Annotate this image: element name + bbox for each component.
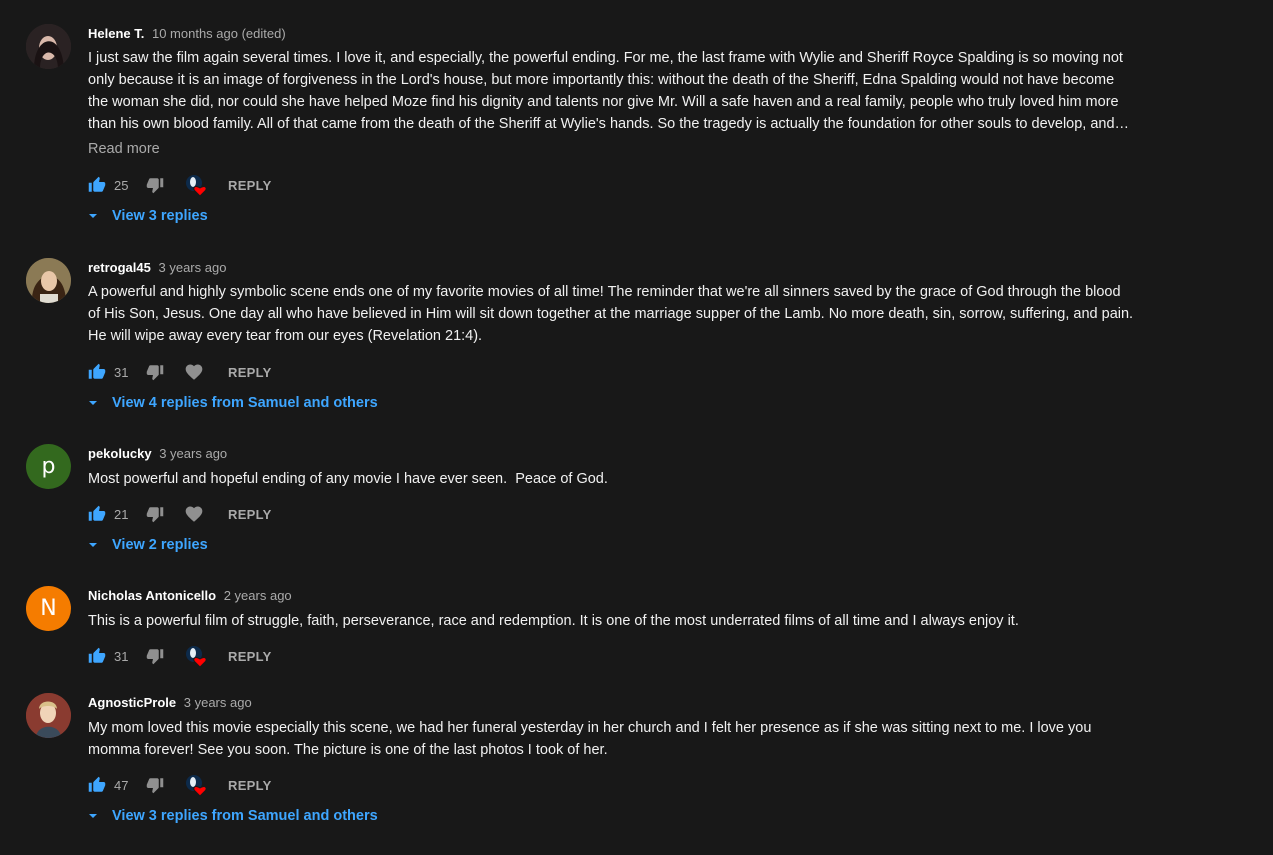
comment-text-line: of His Son, Jesus. One day all who have …	[88, 306, 1134, 322]
comment-time[interactable]: 3 years ago	[159, 446, 227, 461]
comment-author[interactable]: Nicholas Antonicello	[88, 588, 216, 603]
avatar-photo-icon	[26, 693, 71, 738]
like-count: 21	[114, 506, 129, 522]
thumb-down-icon[interactable]	[146, 647, 164, 665]
comment-actions: 31 REPLY	[88, 645, 272, 668]
reply-button[interactable]: REPLY	[228, 649, 272, 664]
view-replies-button[interactable]: View 2 replies	[88, 537, 208, 553]
thumb-up-icon[interactable]	[88, 776, 106, 794]
comment-text: A powerful and highly symbolic scene end…	[88, 281, 1228, 347]
heart-button[interactable]	[184, 361, 206, 383]
comment-text-line: only because it is an image of forgivene…	[88, 72, 1115, 88]
heart-icon	[185, 506, 203, 522]
comment-text-line: He will wipe away every tear from our ey…	[88, 328, 483, 344]
comment-text-line: I just saw the film again several times.…	[88, 50, 1123, 66]
thumb-up-icon[interactable]	[88, 647, 106, 665]
comment-time[interactable]: 10 months ago (edited)	[152, 26, 286, 41]
comment-actions: 47 REPLY	[88, 774, 272, 797]
like-count: 47	[114, 777, 129, 793]
heart-icon	[186, 775, 207, 797]
thumb-down-icon[interactable]	[146, 776, 164, 794]
comment-author[interactable]: pekolucky	[88, 446, 152, 461]
comment-actions: 31 REPLY	[88, 362, 272, 382]
comment-text-line: momma forever! See you soon. The picture…	[88, 742, 608, 758]
view-replies-button[interactable]: View 3 replies	[88, 208, 208, 224]
comment-text: My mom loved this movie especially this …	[88, 717, 1228, 761]
comment-text-line: Most powerful and hopeful ending of any …	[88, 471, 608, 487]
heart-icon	[185, 364, 203, 380]
creator-heart-icon	[184, 645, 207, 668]
caret-down-icon	[89, 214, 97, 218]
comment-text: This is a powerful film of struggle, fai…	[88, 610, 1228, 632]
heart-icon	[186, 646, 207, 668]
creator-heart-icon	[184, 774, 207, 797]
thumb-down-icon[interactable]	[146, 505, 164, 523]
caret-down-icon	[89, 814, 97, 818]
comment-actions: 21 REPLY	[88, 504, 272, 524]
avatar[interactable]: N	[26, 586, 71, 631]
comment-time[interactable]: 3 years ago	[159, 260, 227, 275]
view-replies-button[interactable]: View 4 replies from Samuel and others	[88, 395, 378, 411]
like-count: 25	[114, 177, 129, 193]
thumb-down-icon[interactable]	[146, 363, 164, 381]
thumb-down-icon[interactable]	[146, 176, 164, 194]
thumb-up-icon[interactable]	[88, 176, 106, 194]
comment-author[interactable]: retrogal45	[88, 260, 151, 275]
creator-heart-icon	[184, 174, 207, 197]
reply-button[interactable]: REPLY	[228, 365, 272, 380]
avatar[interactable]: p	[26, 444, 71, 489]
caret-down-icon	[89, 401, 97, 405]
comment-header: pekolucky 3 years ago	[88, 446, 227, 461]
comment-time[interactable]: 2 years ago	[224, 588, 292, 603]
comment-time[interactable]: 3 years ago	[184, 695, 252, 710]
comment-author[interactable]: Helene T.	[88, 26, 144, 41]
thumb-up-icon[interactable]	[88, 363, 106, 381]
avatar[interactable]	[26, 24, 71, 69]
comment-text-line: This is a powerful film of struggle, fai…	[88, 613, 1019, 629]
avatar-photo-icon	[26, 258, 71, 303]
comment-text: Most powerful and hopeful ending of any …	[88, 468, 1228, 490]
view-replies-label: View 2 replies	[112, 537, 208, 553]
view-replies-label: View 3 replies from Samuel and others	[112, 808, 378, 824]
view-replies-button[interactable]: View 3 replies from Samuel and others	[88, 808, 378, 824]
read-more-link[interactable]: Read more	[88, 141, 160, 157]
heart-button[interactable]	[184, 503, 206, 525]
comment-header: Helene T. 10 months ago (edited)	[88, 26, 286, 41]
reply-button[interactable]: REPLY	[228, 178, 272, 193]
comment-text-line: the woman she did, nor could she have he…	[88, 94, 1119, 110]
view-replies-label: View 4 replies from Samuel and others	[112, 395, 378, 411]
comment-header: retrogal45 3 years ago	[88, 260, 226, 275]
comment-text-line: My mom loved this movie especially this …	[88, 720, 1092, 736]
reply-button[interactable]: REPLY	[228, 778, 272, 793]
heart-icon	[186, 175, 207, 197]
like-count: 31	[114, 648, 129, 664]
comment-author[interactable]: AgnosticProle	[88, 695, 176, 710]
comment-text-line: than his own blood family. All of that c…	[88, 116, 1130, 132]
caret-down-icon	[89, 543, 97, 547]
comment-header: AgnosticProle 3 years ago	[88, 695, 252, 710]
thumb-up-icon[interactable]	[88, 505, 106, 523]
avatar[interactable]	[26, 693, 71, 738]
reply-button[interactable]: REPLY	[228, 507, 272, 522]
view-replies-label: View 3 replies	[112, 208, 208, 224]
like-count: 31	[114, 364, 129, 380]
avatar-letter: p	[41, 454, 56, 479]
avatar-letter: N	[40, 596, 57, 621]
avatar[interactable]	[26, 258, 71, 303]
comment-text: I just saw the film again several times.…	[88, 47, 1228, 135]
comment-actions: 25 REPLY	[88, 174, 272, 197]
comment-header: Nicholas Antonicello 2 years ago	[88, 588, 292, 603]
comment-text-line: A powerful and highly symbolic scene end…	[88, 284, 1121, 300]
avatar-photo-icon	[26, 24, 71, 69]
